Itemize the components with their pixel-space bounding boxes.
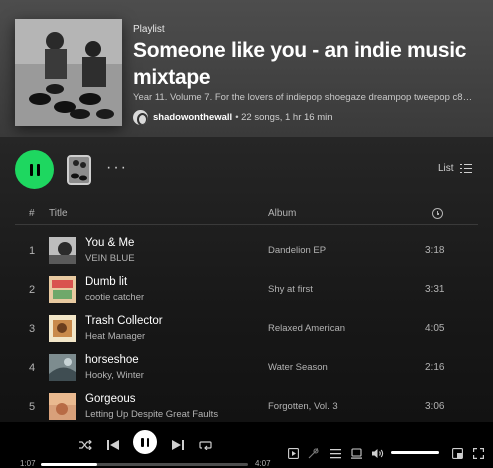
track-number: 5 — [29, 401, 36, 413]
track-title[interactable]: You & Me — [85, 237, 134, 249]
playlist-owner-row: shadowonthewall • 22 songs, 1 hr 16 min — [133, 110, 333, 125]
list-view-label: List — [438, 163, 454, 174]
track-duration: 3:31 — [425, 284, 445, 295]
track-album[interactable]: Shy at first — [268, 284, 313, 295]
track-row[interactable]: 2 Dumb lit cootie catcher Shy at first 3… — [15, 272, 478, 310]
play-pause-button[interactable] — [15, 150, 54, 189]
fullscreen-icon — [473, 448, 484, 459]
track-number: 1 — [29, 245, 36, 257]
track-title[interactable]: Trash Collector — [85, 315, 163, 327]
track-album-art — [49, 315, 76, 342]
mini-player-button[interactable] — [452, 446, 463, 464]
repeat-button[interactable] — [199, 437, 212, 451]
track-album-art — [49, 237, 76, 264]
playlist-cover-image[interactable] — [15, 19, 122, 126]
track-album-art — [49, 276, 76, 303]
track-title[interactable]: horseshoe — [85, 354, 139, 366]
track-duration: 3:18 — [425, 245, 445, 256]
shuffle-button[interactable] — [79, 437, 92, 451]
lyrics-icon — [308, 447, 319, 459]
fullscreen-button[interactable] — [473, 446, 484, 464]
track-duration: 2:16 — [425, 362, 445, 373]
owner-avatar[interactable] — [133, 110, 148, 125]
list-view-icon — [459, 163, 472, 174]
track-duration: 4:05 — [425, 323, 445, 334]
pause-icon — [29, 163, 40, 176]
next-button[interactable] — [172, 437, 184, 450]
repeat-icon — [199, 441, 212, 451]
track-duration: 3:06 — [425, 401, 445, 412]
previous-button[interactable] — [107, 437, 119, 450]
now-playing-view-icon — [288, 448, 299, 459]
player-play-pause-button[interactable] — [133, 430, 157, 454]
track-album[interactable]: Water Season — [268, 362, 328, 373]
track-artist[interactable]: cootie catcher — [85, 292, 144, 303]
track-row[interactable]: 4 horseshoe Hooky, Winter Water Season 2… — [15, 350, 478, 388]
tracklist-header: # Title Album — [15, 205, 478, 225]
track-album[interactable]: Dandelion EP — [268, 245, 326, 256]
track-title[interactable]: Gorgeous — [85, 393, 136, 405]
track-artist[interactable]: Hooky, Winter — [85, 370, 144, 381]
track-artist[interactable]: VEIN BLUE — [85, 253, 135, 264]
owner-name-link[interactable]: shadowonthewall — [153, 112, 232, 123]
track-title[interactable]: Dumb lit — [85, 276, 127, 288]
progress-fill — [41, 463, 97, 466]
track-album-art — [49, 393, 76, 420]
playlist-title[interactable]: Someone like you - an indie music mixtap… — [133, 37, 483, 91]
track-artist[interactable]: Heat Manager — [85, 331, 145, 342]
playlist-description: Year 11. Volume 7. For the lovers of ind… — [133, 92, 475, 103]
playlist-header: Playlist Someone like you - an indie mus… — [0, 0, 493, 137]
track-artist[interactable]: Letting Up Despite Great Faults — [85, 409, 218, 420]
track-row[interactable]: 3 Trash Collector Heat Manager Relaxed A… — [15, 311, 478, 349]
volume-slider[interactable] — [391, 451, 439, 454]
track-number: 3 — [29, 323, 36, 335]
connect-device-button[interactable] — [351, 446, 362, 464]
track-album[interactable]: Relaxed American — [268, 323, 345, 334]
shuffle-icon — [79, 439, 92, 451]
pause-icon — [141, 437, 149, 447]
previous-icon — [107, 440, 119, 450]
total-time: 4:07 — [255, 459, 271, 468]
playback-progress-bar[interactable] — [41, 463, 248, 466]
next-icon — [172, 440, 184, 450]
connect-device-icon — [351, 448, 362, 459]
volume-fill — [391, 451, 439, 454]
playlist-type-label: Playlist — [133, 24, 165, 35]
track-number: 4 — [29, 362, 36, 374]
playlist-meta: • 22 songs, 1 hr 16 min — [235, 112, 333, 123]
track-album-art — [49, 354, 76, 381]
column-album: Album — [268, 208, 297, 219]
mute-button[interactable] — [372, 446, 384, 464]
queue-button[interactable] — [330, 446, 341, 464]
elapsed-time: 1:07 — [20, 459, 36, 468]
list-view-toggle[interactable]: List — [438, 163, 472, 174]
clock-icon — [432, 208, 443, 219]
player-bar: 1:07 4:07 — [0, 422, 493, 468]
track-row[interactable]: 1 You & Me VEIN BLUE Dandelion EP 3:18 — [15, 233, 478, 271]
track-album[interactable]: Forgotten, Vol. 3 — [268, 401, 338, 412]
column-index: # — [29, 208, 35, 219]
playlist-thumbnail-button[interactable] — [67, 155, 91, 185]
volume-icon — [372, 449, 384, 458]
lyrics-button[interactable] — [308, 446, 319, 464]
mini-player-icon — [452, 448, 463, 459]
column-title: Title — [49, 208, 68, 219]
track-number: 2 — [29, 284, 36, 296]
queue-icon — [330, 449, 341, 459]
now-playing-view-button[interactable] — [288, 446, 299, 464]
more-options-button[interactable]: ··· — [106, 160, 128, 176]
